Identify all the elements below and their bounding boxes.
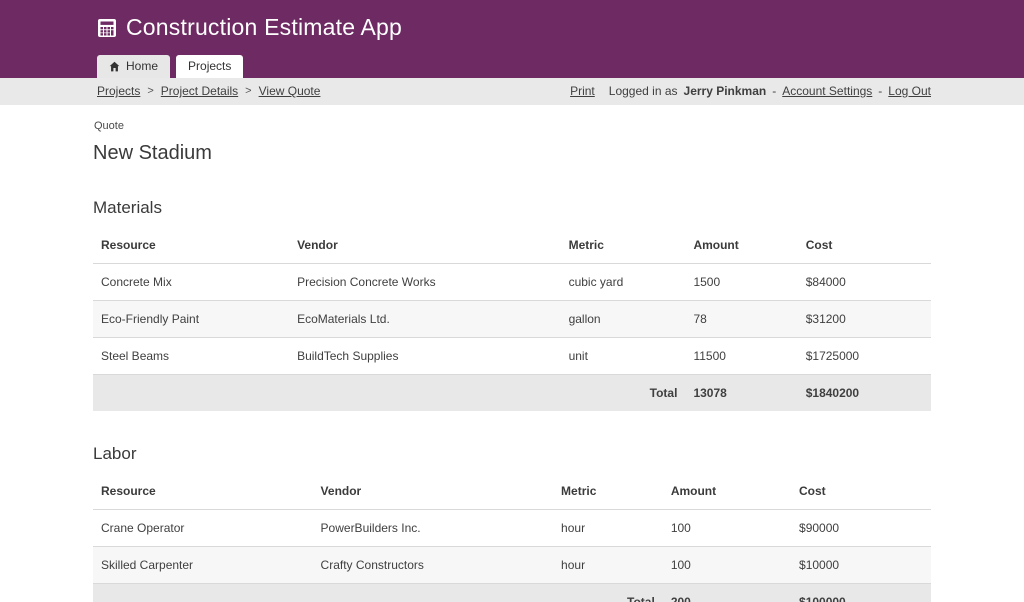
cell-metric: unit [561,338,686,375]
total-amount: 13078 [685,375,797,412]
breadcrumb-separator: > [245,85,251,97]
cell-amount: 78 [685,301,797,338]
materials-section: Materials Resource Vendor Metric Amount … [93,198,931,411]
cell-amount: 11500 [685,338,797,375]
userbar-dash: - [878,84,882,98]
cell-resource: Skilled Carpenter [93,547,313,584]
col-header-vendor: Vendor [313,473,554,510]
col-header-cost: Cost [791,473,931,510]
main-nav: Home Projects [93,55,931,78]
materials-table: Resource Vendor Metric Amount Cost Concr… [93,227,931,411]
cell-metric: cubic yard [561,264,686,301]
cell-metric: hour [553,547,663,584]
cell-cost: $1725000 [798,338,931,375]
table-row: Crane Operator PowerBuilders Inc. hour 1… [93,510,931,547]
table-header-row: Resource Vendor Metric Amount Cost [93,227,931,264]
col-header-resource: Resource [93,227,289,264]
table-row: Concrete Mix Precision Concrete Works cu… [93,264,931,301]
total-cost: $1840200 [798,375,931,412]
cell-amount: 100 [663,547,791,584]
breadcrumb: Projects > Project Details > View Quote [93,84,320,98]
app-header: Construction Estimate App Home Projects [0,0,1024,78]
cell-cost: $84000 [798,264,931,301]
breadcrumb-link-projects[interactable]: Projects [97,84,140,98]
page-title: New Stadium [93,142,931,165]
logged-in-text: Logged in as [609,84,678,98]
cell-vendor: BuildTech Supplies [289,338,561,375]
cell-resource: Eco-Friendly Paint [93,301,289,338]
cell-cost: $31200 [798,301,931,338]
table-header-row: Resource Vendor Metric Amount Cost [93,473,931,510]
total-cost: $100000 [791,584,931,602]
total-label: Total [553,584,663,602]
col-header-metric: Metric [553,473,663,510]
home-icon [109,61,120,72]
labor-table: Resource Vendor Metric Amount Cost Crane… [93,473,931,602]
calculator-icon [97,18,117,38]
table-row: Steel Beams BuildTech Supplies unit 1150… [93,338,931,375]
col-header-amount: Amount [663,473,791,510]
cell-resource: Concrete Mix [93,264,289,301]
col-header-vendor: Vendor [289,227,561,264]
cell-amount: 100 [663,510,791,547]
total-amount: 200 [663,584,791,602]
cell-cost: $10000 [791,547,931,584]
col-header-amount: Amount [685,227,797,264]
cell-resource: Steel Beams [93,338,289,375]
col-header-metric: Metric [561,227,686,264]
user-bar: Print Logged in as Jerry Pinkman - Accou… [570,84,931,98]
tab-home[interactable]: Home [97,55,170,78]
cell-metric: gallon [561,301,686,338]
cell-metric: hour [553,510,663,547]
table-row: Eco-Friendly Paint EcoMaterials Ltd. gal… [93,301,931,338]
userbar-dash: - [772,84,776,98]
materials-section-title: Materials [93,198,931,218]
breadcrumb-link-view-quote[interactable]: View Quote [259,84,321,98]
table-row: Skilled Carpenter Crafty Constructors ho… [93,547,931,584]
cell-vendor: Crafty Constructors [313,547,554,584]
cell-cost: $90000 [791,510,931,547]
quote-kicker: Quote [93,120,931,132]
cell-vendor: PowerBuilders Inc. [313,510,554,547]
username: Jerry Pinkman [684,84,767,98]
total-row: Total 13078 $1840200 [93,375,931,412]
tab-projects[interactable]: Projects [176,55,243,78]
col-header-resource: Resource [93,473,313,510]
cell-vendor: Precision Concrete Works [289,264,561,301]
tab-home-label: Home [126,59,158,73]
tab-projects-label: Projects [188,59,231,73]
total-row: Total 200 $100000 [93,584,931,602]
account-settings-link[interactable]: Account Settings [782,84,872,98]
breadcrumb-bar: Projects > Project Details > View Quote … [0,78,1024,105]
print-link[interactable]: Print [570,84,595,98]
logout-link[interactable]: Log Out [888,84,931,98]
app-title: Construction Estimate App [126,14,402,41]
total-label: Total [561,375,686,412]
breadcrumb-link-project-details[interactable]: Project Details [161,84,238,98]
cell-vendor: EcoMaterials Ltd. [289,301,561,338]
breadcrumb-separator: > [147,85,153,97]
cell-resource: Crane Operator [93,510,313,547]
labor-section-title: Labor [93,444,931,464]
app-brand: Construction Estimate App [93,0,931,47]
labor-section: Labor Resource Vendor Metric Amount Cost… [93,444,931,602]
cell-amount: 1500 [685,264,797,301]
col-header-cost: Cost [798,227,931,264]
